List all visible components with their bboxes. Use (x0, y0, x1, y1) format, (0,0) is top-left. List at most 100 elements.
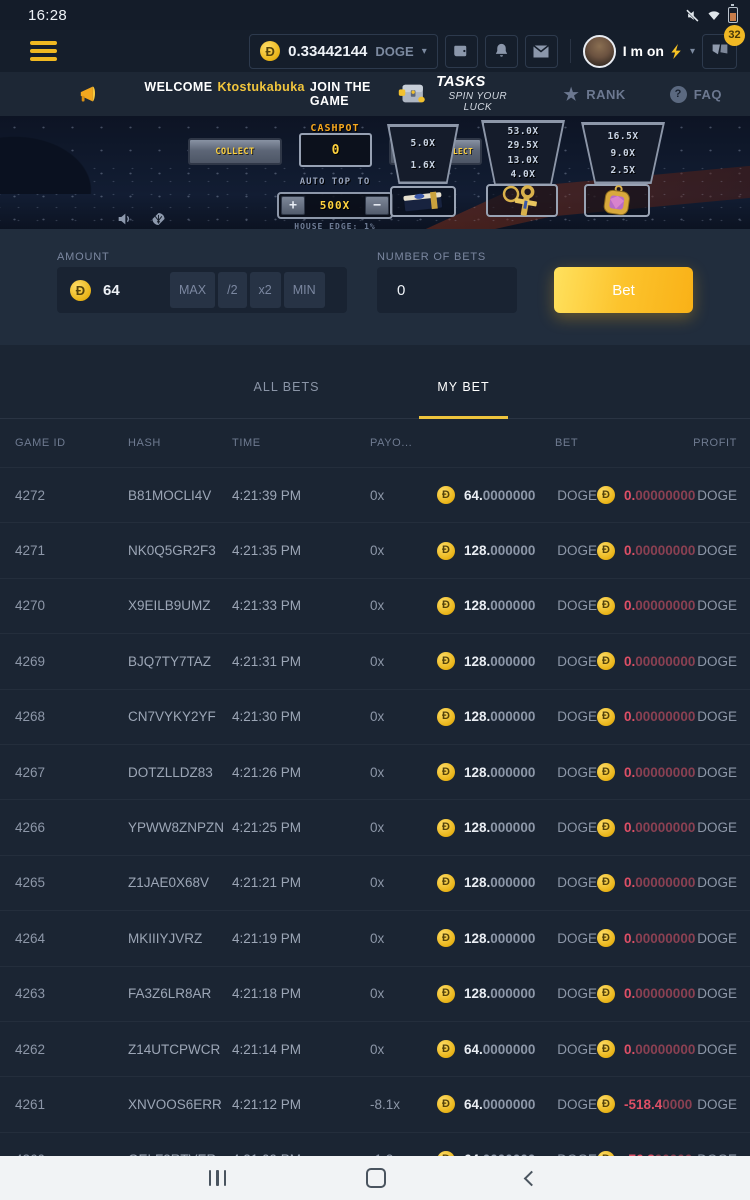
wallet-button[interactable] (445, 35, 478, 68)
game-id: 4267 (15, 765, 128, 780)
bet-amount-main: 128. (464, 598, 490, 613)
profit-amount-zeros: 00000000 (635, 488, 695, 503)
hash: XNVOOS6ERR (128, 1097, 232, 1112)
item-slot[interactable] (486, 184, 558, 217)
bet-amount-zeros: 0000000 (483, 488, 536, 503)
back-button[interactable] (526, 1173, 541, 1184)
recents-icon (209, 1170, 227, 1186)
balance-selector[interactable]: Ð 0.33442144 DOGE ▾ (249, 34, 438, 69)
megaphone-icon (78, 83, 100, 105)
faq-button[interactable]: ? FAQ (670, 86, 722, 103)
shell-icon (150, 211, 167, 227)
bet-amount-zeros: 000000 (490, 765, 535, 780)
home-button[interactable] (366, 1168, 386, 1188)
path-decoration (415, 154, 750, 229)
decrease-button[interactable]: − (365, 196, 389, 215)
bet-amount: 128.000000 (464, 931, 535, 946)
doge-coin-icon: Ð (597, 652, 615, 670)
profit-amount-main: 0. (624, 654, 635, 669)
double-button[interactable]: x2 (250, 272, 281, 308)
amount-input[interactable] (101, 281, 167, 300)
balance-currency: DOGE (375, 44, 413, 59)
user-menu[interactable]: I m on ▾ (583, 35, 695, 68)
min-button[interactable]: MIN (284, 272, 325, 308)
status-bar: 16:28 (0, 0, 750, 30)
tab-my-bet[interactable]: MY BET (375, 379, 552, 418)
profit-cell: Ð0.00000000DOGE (597, 819, 737, 837)
mute-icon (685, 8, 700, 23)
profit-currency: DOGE (697, 1097, 737, 1112)
bet-amount-zeros: 000000 (490, 931, 535, 946)
increase-button[interactable]: + (281, 196, 305, 215)
notifications-button[interactable] (485, 35, 518, 68)
profit-amount: 0.00000000 (624, 820, 695, 835)
bets-tabs: ALL BETS MY BET (0, 345, 750, 419)
profit-currency: DOGE (697, 709, 737, 724)
amount-label: AMOUNT (57, 251, 109, 263)
profit-amount: 0.00000000 (624, 709, 695, 724)
rank-button[interactable]: ★ RANK (563, 86, 625, 103)
bet-button[interactable]: Bet (554, 267, 693, 313)
bet-amount-main: 128. (464, 543, 490, 558)
bet-currency: DOGE (557, 543, 597, 558)
multiplier-label: 9.0X (611, 148, 636, 159)
table-row: 4269BJQ7TY7TAZ4:21:31 PM0xÐ128.000000DOG… (0, 633, 750, 688)
messages-button[interactable] (525, 35, 558, 68)
avatar (583, 35, 616, 68)
item-slot[interactable] (584, 184, 650, 217)
item-slot[interactable] (390, 186, 456, 217)
promo-banner: WELCOME Ktostukabuka JOIN THE GAME TASKS… (0, 72, 750, 116)
payout: 0x (370, 709, 437, 724)
bet-amount-main: 128. (464, 986, 490, 1001)
doge-coin-icon: Ð (597, 1040, 615, 1058)
bet-amount-main: 64. (464, 488, 483, 503)
doge-coin-icon: Ð (597, 819, 615, 837)
question-icon: ? (670, 86, 687, 103)
payout: 0x (370, 931, 437, 946)
star-icon: ★ (563, 86, 579, 103)
house-edge-label: HOUSE EDGE: 1% (255, 222, 415, 229)
multiplier-label: 13.0X (507, 155, 538, 166)
number-of-bets-input[interactable] (395, 281, 489, 300)
collect-button[interactable]: COLLECT (188, 138, 282, 165)
recents-button[interactable] (209, 1170, 227, 1186)
envelope-icon (532, 44, 550, 59)
effects-toggle-button[interactable] (148, 209, 168, 229)
payout: 0x (370, 654, 437, 669)
hash: NK0Q5GR2F3 (128, 543, 232, 558)
bet-amount-zeros: 000000 (490, 598, 535, 613)
profit-amount: 0.00000000 (624, 986, 695, 1001)
chat-icon (710, 42, 730, 60)
table-row: 4272B81MOCLI4V4:21:39 PM0xÐ64.0000000DOG… (0, 467, 750, 522)
bet-amount: 128.000000 (464, 543, 535, 558)
half-button[interactable]: /2 (218, 272, 246, 308)
tasks-button[interactable]: TASKS SPIN YOUR LUCK (396, 74, 520, 114)
bet-amount-main: 128. (464, 765, 490, 780)
profit-amount: 0.00000000 (624, 875, 695, 890)
max-button[interactable]: MAX (170, 272, 215, 308)
chevron-down-icon: ▾ (690, 46, 695, 57)
profit-amount-zeros: 00000000 (635, 543, 695, 558)
faq-label: FAQ (694, 87, 722, 102)
bet-amount-main: 128. (464, 931, 490, 946)
profit-currency: DOGE (697, 543, 737, 558)
header-profit: PROFIT (693, 437, 737, 449)
hash: CN7VYKY2YF (128, 709, 232, 724)
bet-amount-zeros: 000000 (490, 709, 535, 724)
doge-coin-icon: Ð (437, 542, 455, 560)
sound-toggle-button[interactable] (114, 209, 134, 229)
menu-button[interactable] (30, 37, 57, 65)
profit-cell: Ð0.00000000DOGE (597, 763, 737, 781)
bet-amount: 128.000000 (464, 654, 535, 669)
doge-coin-icon: Ð (597, 708, 615, 726)
tab-all-bets[interactable]: ALL BETS (198, 379, 375, 418)
multiplier-label: 16.5X (607, 131, 638, 142)
home-icon (366, 1168, 386, 1188)
profit-amount: 0.00000000 (624, 931, 695, 946)
profit-currency: DOGE (697, 931, 737, 946)
wifi-icon (706, 8, 722, 22)
header-payout: PAYO... (370, 437, 437, 449)
chat-button[interactable]: 32 (702, 34, 737, 69)
profit-amount-zeros: 00000000 (635, 654, 695, 669)
game-id: 4266 (15, 820, 128, 835)
